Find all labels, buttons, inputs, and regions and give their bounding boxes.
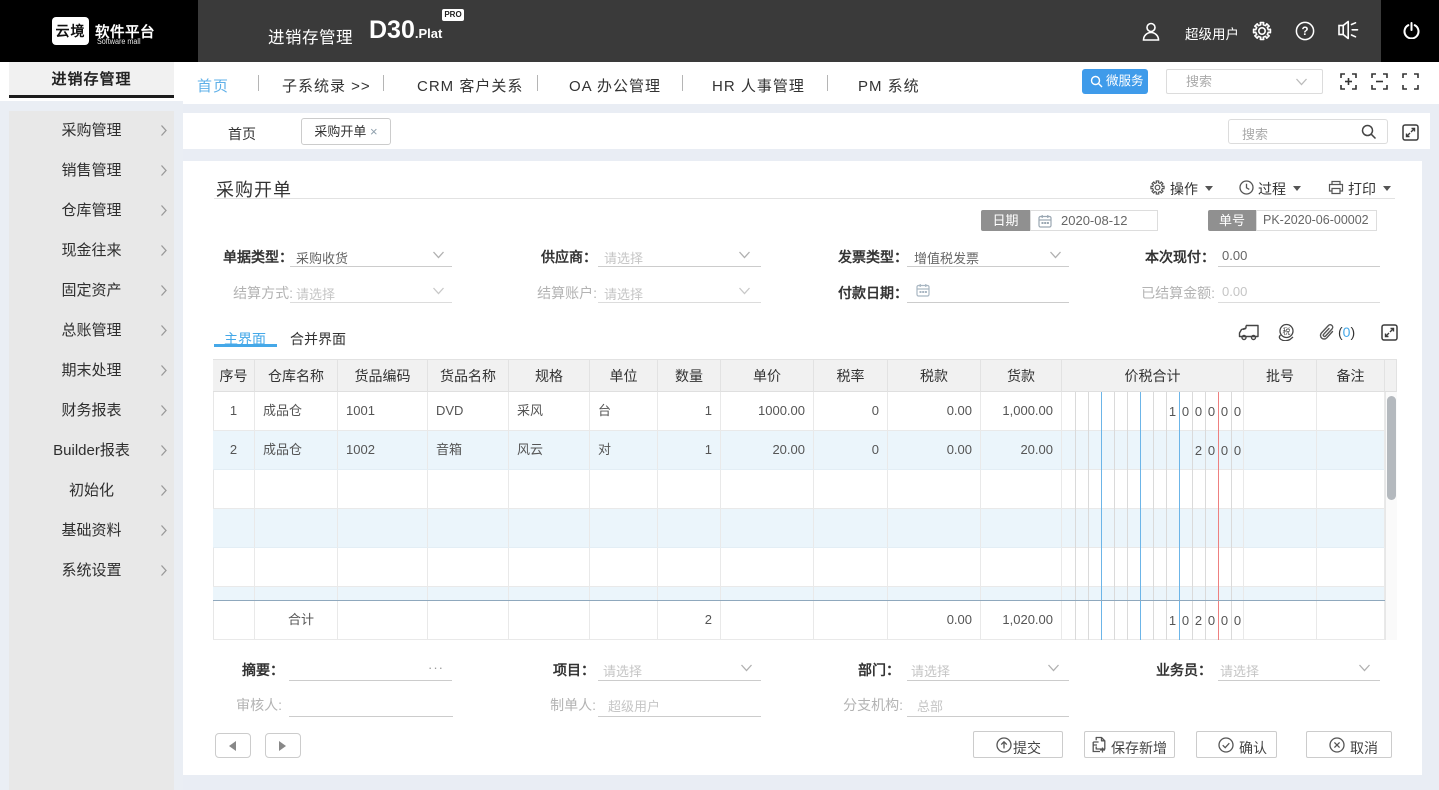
svg-text:税: 税 <box>1283 326 1291 336</box>
svg-text:?: ? <box>1301 26 1308 38</box>
